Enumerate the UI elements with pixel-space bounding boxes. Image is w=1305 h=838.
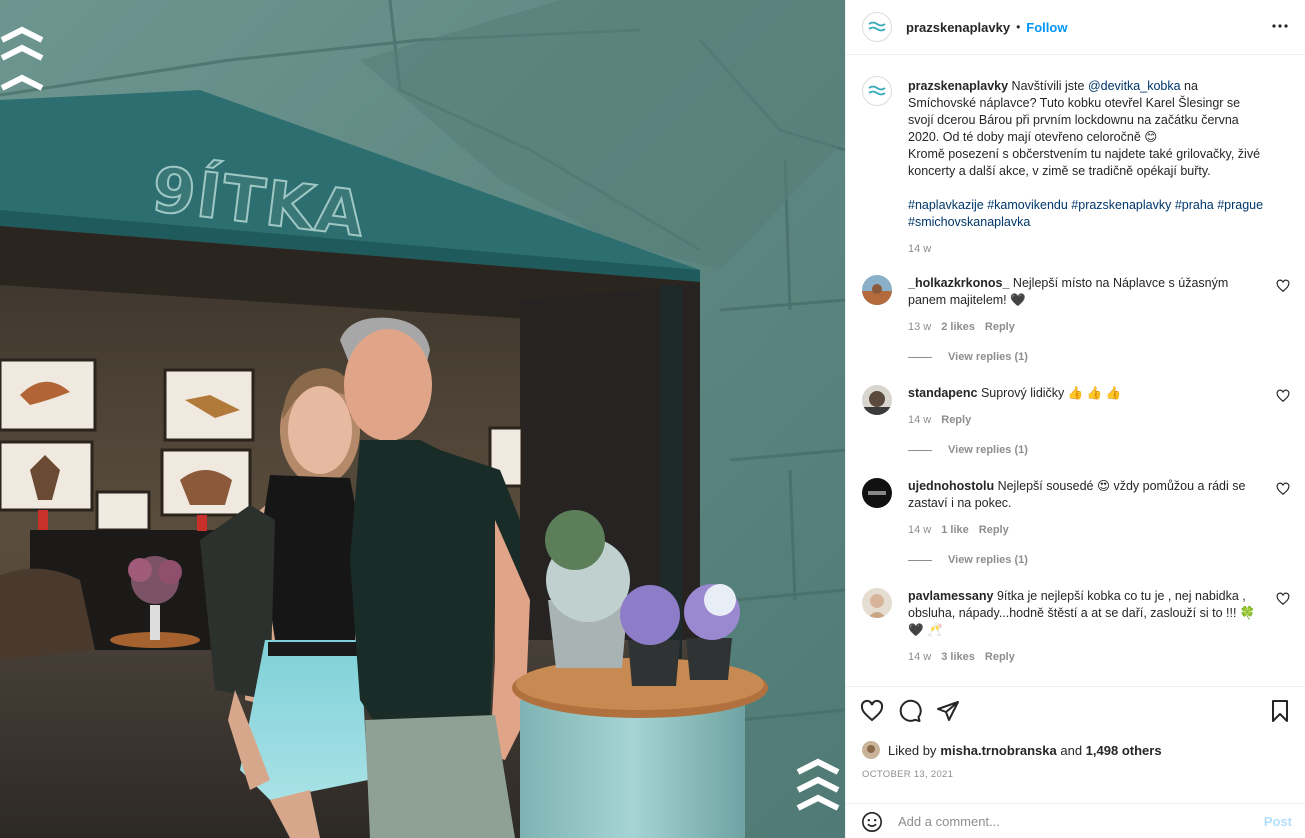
reply-button[interactable]: Reply bbox=[985, 651, 1015, 663]
liked-by-and: and bbox=[1056, 742, 1086, 758]
view-replies-button[interactable]: View replies (1) bbox=[908, 444, 1264, 456]
header-separator: • bbox=[1016, 20, 1021, 34]
comment-time[interactable]: 14 w bbox=[908, 524, 931, 536]
caption-mention[interactable]: @devitka_kobka bbox=[1088, 79, 1181, 93]
header-username[interactable]: prazskenaplavky bbox=[906, 20, 1010, 35]
view-replies-label: View replies (1) bbox=[948, 351, 1028, 363]
heart-icon[interactable] bbox=[860, 699, 884, 723]
comment-meta: 14 w Reply bbox=[908, 414, 1264, 426]
divider bbox=[908, 449, 932, 451]
reply-button[interactable]: Reply bbox=[979, 524, 1009, 536]
reply-button[interactable]: Reply bbox=[941, 414, 971, 426]
liked-by-user[interactable]: misha.trnobranska bbox=[940, 743, 1056, 758]
comment-username[interactable]: _holkazkrkonos_ bbox=[908, 276, 1009, 290]
caption-hashtags[interactable]: #naplavkazije #kamovikendu #prazskenapla… bbox=[908, 198, 1267, 229]
comment-meta: 14 w 1 like Reply bbox=[908, 524, 1264, 536]
comment-icon[interactable] bbox=[898, 699, 922, 723]
caption-part: Navštívili jste bbox=[1008, 79, 1088, 93]
comment-meta: 13 w 2 likes Reply bbox=[908, 321, 1264, 333]
comment-text: _holkazkrkonos_ Nejlepší místo na Náplav… bbox=[908, 275, 1268, 309]
caption-username[interactable]: prazskenaplavky bbox=[908, 79, 1008, 93]
post-sidebar: prazskenaplavky • Follow prazskenaplavky… bbox=[845, 0, 1305, 838]
comment-time[interactable]: 13 w bbox=[908, 321, 931, 333]
comment-heart-icon[interactable] bbox=[1276, 482, 1290, 496]
post-actions: Liked by misha.trnobranska and 1,498 oth… bbox=[846, 686, 1305, 838]
divider bbox=[908, 356, 932, 358]
comment-item: ujednohostolu Nejlepší sousedé 😍 vždy po… bbox=[862, 478, 1290, 566]
comment-username[interactable]: standapenc bbox=[908, 386, 977, 400]
caption-time[interactable]: 14 w bbox=[908, 243, 1290, 255]
comment-input[interactable]: Add a comment... bbox=[898, 814, 1264, 829]
more-horizontal-icon[interactable] bbox=[1268, 16, 1292, 36]
comment-item: standapenc Suprový lidičky 👍 👍 👍 14 w Rep… bbox=[862, 385, 1290, 456]
comment-avatar[interactable] bbox=[862, 478, 892, 508]
comment-time[interactable]: 14 w bbox=[908, 414, 931, 426]
comment-heart-icon[interactable] bbox=[1276, 592, 1290, 606]
comment-item: pavlamessany 9ítka je nejlepší kobka co … bbox=[862, 588, 1290, 663]
comment-avatar[interactable] bbox=[862, 275, 892, 305]
comment-text: ujednohostolu Nejlepší sousedé 😍 vždy po… bbox=[908, 478, 1268, 512]
action-row bbox=[860, 699, 960, 723]
caption-avatar[interactable] bbox=[862, 76, 892, 106]
comment-heart-icon[interactable] bbox=[1276, 389, 1290, 403]
view-replies-label: View replies (1) bbox=[948, 444, 1028, 456]
comments-list[interactable]: prazskenaplavky Navštívili jste @devitka… bbox=[846, 56, 1305, 686]
comment-text: pavlamessany 9ítka je nejlepší kobka co … bbox=[908, 588, 1268, 639]
comment-time[interactable]: 14 w bbox=[908, 651, 931, 663]
divider bbox=[908, 559, 932, 561]
comment-avatar[interactable] bbox=[862, 385, 892, 415]
post-comment-button[interactable]: Post bbox=[1264, 814, 1292, 829]
caption-part: na Smíchovské náplavce? Tuto kobku otevř… bbox=[908, 79, 1261, 178]
comment-username[interactable]: ujednohostolu bbox=[908, 479, 994, 493]
view-replies-label: View replies (1) bbox=[948, 554, 1028, 566]
liked-by-prefix: Liked by bbox=[888, 742, 937, 758]
liker-avatar[interactable] bbox=[862, 741, 880, 759]
waves-logo-icon bbox=[868, 85, 886, 96]
comment-avatar[interactable] bbox=[862, 588, 892, 618]
waves-logo-icon bbox=[868, 21, 886, 32]
post-date[interactable]: OCTOBER 13, 2021 bbox=[862, 769, 953, 780]
bookmark-icon[interactable] bbox=[1268, 699, 1292, 723]
comment-likes[interactable]: 2 likes bbox=[941, 321, 975, 333]
add-comment-bar: Add a comment... Post bbox=[846, 803, 1305, 838]
comment-heart-icon[interactable] bbox=[1276, 279, 1290, 293]
comment-item: _holkazkrkonos_ Nejlepší místo na Náplav… bbox=[862, 275, 1290, 363]
emoji-icon[interactable] bbox=[860, 810, 884, 834]
comment-meta: 14 w 3 likes Reply bbox=[908, 651, 1264, 663]
post-caption: prazskenaplavky Navštívili jste @devitka… bbox=[862, 56, 1290, 255]
post-photo[interactable]: 9ÍTKA bbox=[0, 0, 845, 838]
reply-button[interactable]: Reply bbox=[985, 321, 1015, 333]
share-icon[interactable] bbox=[936, 699, 960, 723]
comment-text: standapenc Suprový lidičky 👍 👍 👍 bbox=[908, 385, 1268, 402]
view-replies-button[interactable]: View replies (1) bbox=[908, 351, 1264, 363]
follow-button[interactable]: Follow bbox=[1026, 20, 1067, 35]
post-image: 9ÍTKA bbox=[0, 0, 845, 838]
comment-likes[interactable]: 1 like bbox=[941, 524, 969, 536]
comment-body: Suprový lidičky 👍 👍 👍 bbox=[977, 386, 1122, 400]
view-replies-button[interactable]: View replies (1) bbox=[908, 554, 1264, 566]
liked-by-others[interactable]: 1,498 others bbox=[1086, 743, 1162, 758]
post-header: prazskenaplavky • Follow bbox=[846, 0, 1305, 55]
comment-likes[interactable]: 3 likes bbox=[941, 651, 975, 663]
comment-username[interactable]: pavlamessany bbox=[908, 589, 993, 603]
caption-text: prazskenaplavky Navštívili jste @devitka… bbox=[908, 78, 1268, 231]
likes-summary: Liked by misha.trnobranska and 1,498 oth… bbox=[862, 741, 1162, 759]
account-avatar[interactable] bbox=[862, 12, 892, 42]
